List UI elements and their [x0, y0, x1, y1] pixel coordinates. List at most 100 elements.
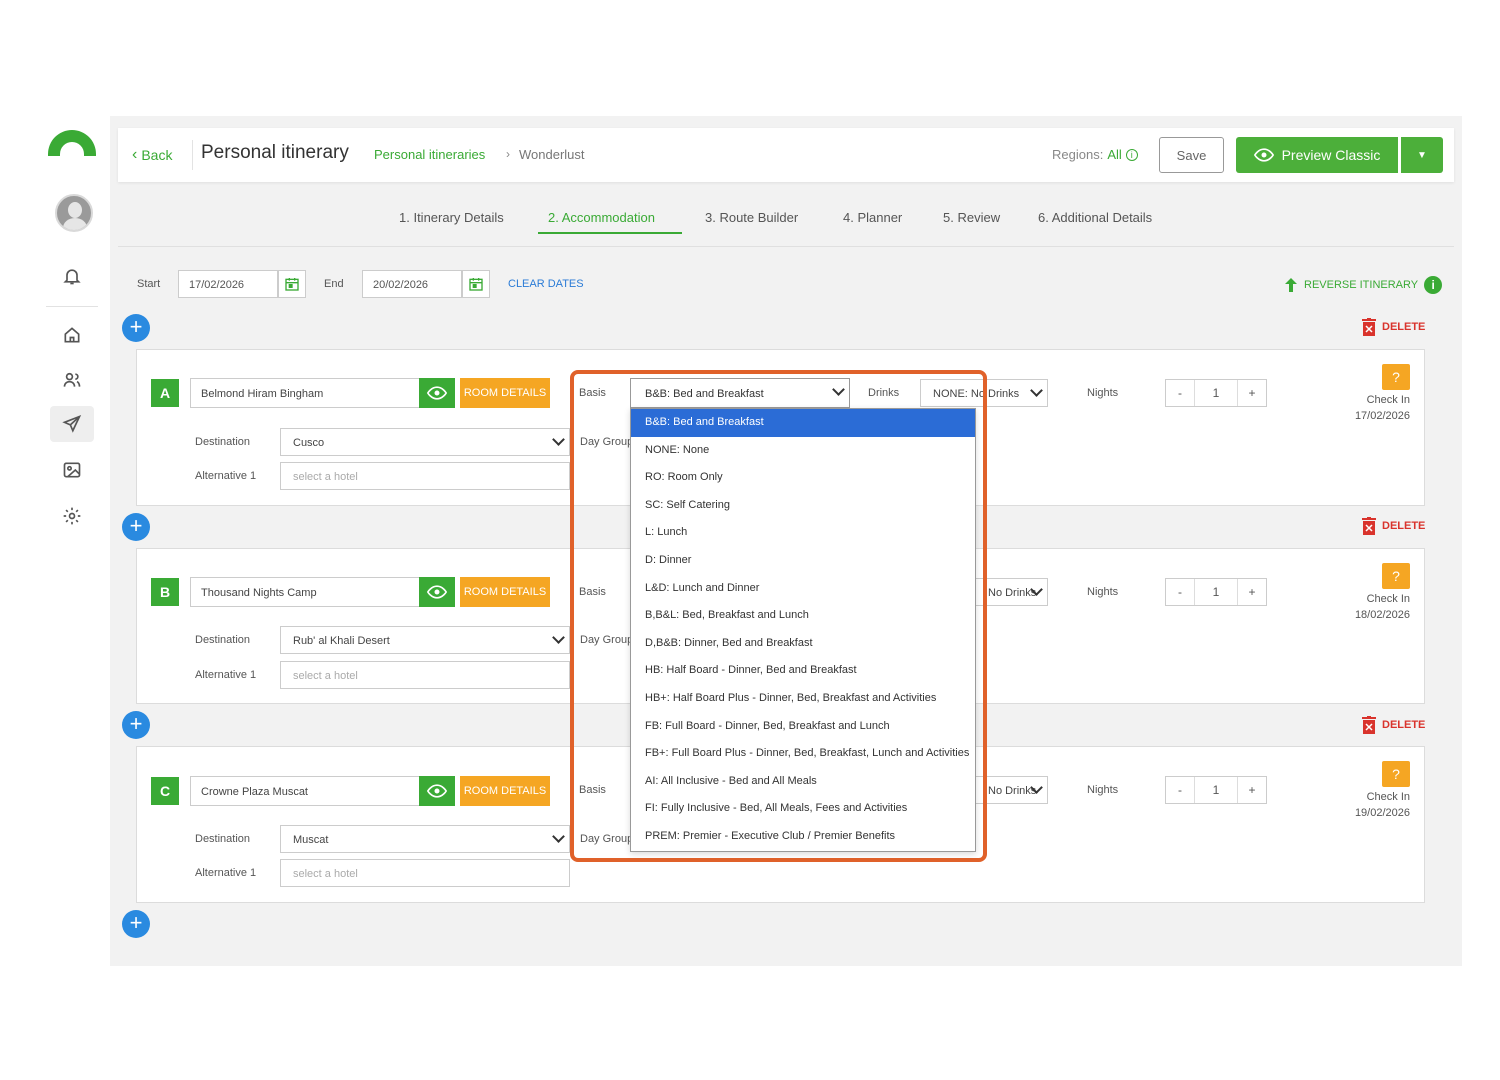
segment-letter-badge: A [151, 379, 179, 407]
nights-value[interactable]: 1 [1194, 777, 1238, 803]
increment-button[interactable]: + [1238, 777, 1266, 803]
basis-option[interactable]: D,B&B: Dinner, Bed and Breakfast [631, 630, 975, 658]
help-button[interactable]: ? [1382, 563, 1410, 589]
basis-option[interactable]: FI: Fully Inclusive - Bed, All Meals, Fe… [631, 795, 975, 823]
clear-dates-link[interactable]: CLEAR DATES [508, 278, 584, 290]
basis-option[interactable]: D: Dinner [631, 547, 975, 575]
check-in-info: Check In 17/02/2026 [1330, 392, 1410, 424]
alternative-hotel-input[interactable]: select a hotel [280, 661, 570, 689]
info-icon[interactable]: i [1125, 148, 1138, 161]
delete-segment-button[interactable]: DELETE [1362, 716, 1425, 734]
breadcrumb-parent[interactable]: Personal itineraries [374, 147, 485, 162]
calendar-icon[interactable] [278, 270, 306, 298]
alternative-hotel-input[interactable]: select a hotel [280, 859, 570, 887]
regions-filter[interactable]: Regions: All i [1052, 147, 1138, 162]
avatar[interactable] [55, 194, 93, 232]
basis-option[interactable]: NONE: None [631, 437, 975, 465]
preview-dropdown-toggle[interactable]: ▼ [1401, 137, 1443, 173]
nights-value[interactable]: 1 [1194, 579, 1238, 605]
decrement-button[interactable]: - [1166, 777, 1194, 803]
active-tab-indicator [538, 232, 682, 234]
delete-segment-button[interactable]: DELETE [1362, 318, 1425, 336]
arrow-up-icon [1285, 278, 1297, 292]
hotel-input[interactable]: Thousand Nights Camp [190, 577, 420, 607]
nights-stepper[interactable]: - 1 + [1165, 578, 1267, 606]
basis-option[interactable]: SC: Self Catering [631, 492, 975, 520]
basis-option[interactable]: L: Lunch [631, 519, 975, 547]
tabs-divider [118, 246, 1454, 247]
delete-segment-button[interactable]: DELETE [1362, 517, 1425, 535]
destination-value: Muscat [293, 834, 329, 846]
eye-icon [427, 585, 447, 599]
tab-route-builder[interactable]: 3. Route Builder [705, 210, 798, 225]
end-date-input[interactable]: 20/02/2026 [362, 270, 462, 298]
image-icon[interactable] [50, 452, 94, 488]
basis-option[interactable]: RO: Room Only [631, 464, 975, 492]
add-segment-button[interactable]: + [122, 513, 150, 541]
trash-icon [1362, 318, 1376, 336]
start-date-input[interactable]: 17/02/2026 [178, 270, 278, 298]
hotel-input[interactable]: Crowne Plaza Muscat [190, 776, 420, 806]
view-hotel-button[interactable] [419, 776, 455, 806]
add-segment-button[interactable]: + [122, 910, 150, 938]
nights-stepper[interactable]: - 1 + [1165, 776, 1267, 804]
add-segment-button[interactable]: + [122, 314, 150, 342]
chevron-left-icon: ‹ [132, 146, 138, 163]
basis-option[interactable]: FB+: Full Board Plus - Dinner, Bed, Brea… [631, 740, 975, 768]
help-button[interactable]: ? [1382, 761, 1410, 787]
reverse-itinerary-button[interactable]: REVERSE ITINERARY i [1284, 276, 1443, 294]
basis-option[interactable]: HB: Half Board - Dinner, Bed and Breakfa… [631, 657, 975, 685]
preview-classic-button[interactable]: Preview Classic [1236, 137, 1398, 173]
tab-review[interactable]: 5. Review [943, 210, 1000, 225]
reverse-itinerary-label: REVERSE ITINERARY [1304, 279, 1419, 291]
hotel-input[interactable]: Belmond Hiram Bingham [190, 378, 420, 408]
users-icon[interactable] [50, 362, 94, 398]
decrement-button[interactable]: - [1166, 579, 1194, 605]
chevron-down-icon [552, 830, 565, 843]
nights-value[interactable]: 1 [1194, 380, 1238, 406]
help-button[interactable]: ? [1382, 364, 1410, 390]
destination-select[interactable]: Cusco [280, 428, 570, 456]
regions-value: All [1107, 147, 1122, 162]
destination-select[interactable]: Rub' al Khali Desert [280, 626, 570, 654]
brand-logo[interactable] [48, 130, 96, 156]
add-segment-button[interactable]: + [122, 711, 150, 739]
regions-label: Regions: [1052, 147, 1104, 162]
end-date-label: End [324, 278, 344, 290]
destination-select[interactable]: Muscat [280, 825, 570, 853]
nights-stepper[interactable]: - 1 + [1165, 379, 1267, 407]
room-details-button[interactable]: ROOM DETAILS [460, 776, 550, 806]
tab-planner[interactable]: 4. Planner [843, 210, 902, 225]
calendar-icon[interactable] [462, 270, 490, 298]
basis-option[interactable]: FB: Full Board - Dinner, Bed, Breakfast … [631, 713, 975, 741]
tab-itinerary-details[interactable]: 1. Itinerary Details [399, 210, 504, 225]
room-details-button[interactable]: ROOM DETAILS [460, 378, 550, 408]
increment-button[interactable]: + [1238, 579, 1266, 605]
back-button[interactable]: ‹ Back [132, 146, 172, 164]
view-hotel-button[interactable] [419, 378, 455, 408]
nights-label: Nights [1087, 586, 1119, 598]
sidebar [30, 116, 110, 966]
room-details-button[interactable]: ROOM DETAILS [460, 577, 550, 607]
delete-label: DELETE [1382, 520, 1426, 532]
basis-option[interactable]: B&B: Bed and Breakfast [631, 409, 975, 437]
info-icon[interactable]: i [1424, 276, 1443, 294]
basis-option[interactable]: B,B&L: Bed, Breakfast and Lunch [631, 602, 975, 630]
view-hotel-button[interactable] [419, 577, 455, 607]
basis-option[interactable]: PREM: Premier - Executive Club / Premier… [631, 823, 975, 851]
basis-option[interactable]: AI: All Inclusive - Bed and All Meals [631, 768, 975, 796]
bell-icon[interactable] [50, 258, 94, 294]
home-icon[interactable] [50, 317, 94, 353]
increment-button[interactable]: + [1238, 380, 1266, 406]
gear-icon[interactable] [50, 498, 94, 534]
basis-option[interactable]: L&D: Lunch and Dinner [631, 575, 975, 603]
send-icon[interactable] [50, 406, 94, 442]
save-button[interactable]: Save [1159, 137, 1224, 173]
basis-select[interactable]: B&B: Bed and Breakfast [630, 378, 850, 408]
basis-option[interactable]: HB+: Half Board Plus - Dinner, Bed, Brea… [631, 685, 975, 713]
eye-icon [1253, 148, 1274, 162]
tab-additional-details[interactable]: 6. Additional Details [1038, 210, 1152, 225]
alternative-hotel-input[interactable]: select a hotel [280, 462, 570, 490]
decrement-button[interactable]: - [1166, 380, 1194, 406]
tab-accommodation[interactable]: 2. Accommodation [548, 210, 655, 225]
